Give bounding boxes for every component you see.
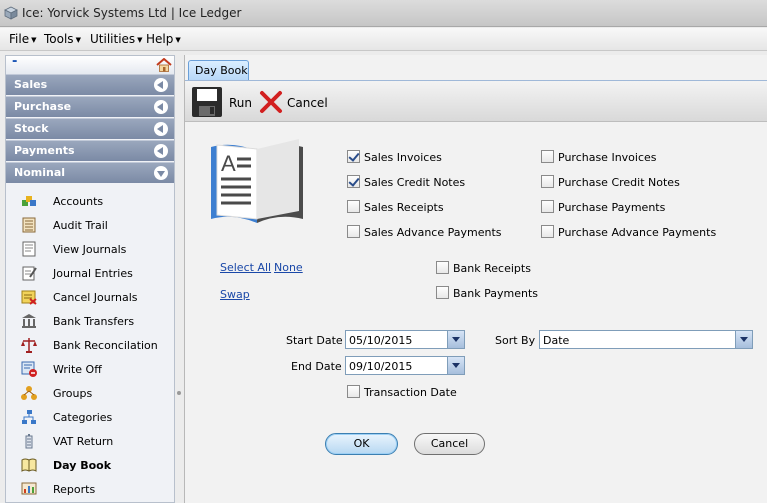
vat-return-icon [25,434,33,449]
chevron-left-icon [154,144,168,158]
sales-advance-payments-checkbox[interactable] [347,225,360,238]
sidebar-item-accounts[interactable]: Accounts [6,189,174,213]
sidebar-item-vat-return[interactable]: VAT Return [6,429,174,453]
purchase-credit-notes-checkbox[interactable] [541,175,554,188]
bank-receipts-label: Bank Receipts [453,262,531,275]
chevron-down-icon[interactable] [447,331,464,348]
reports-icon [21,482,37,495]
purchase-invoices-label: Purchase Invoices [558,151,657,164]
chevron-down-icon: ▼ [75,36,81,44]
menu-help[interactable]: Help ▼ [146,32,181,46]
sidebar-item-day-book[interactable]: Day Book [6,453,174,477]
scales-icon [21,338,37,353]
transaction-date-label: Transaction Date [364,386,457,399]
sidebar-item-cancel-journals[interactable]: Cancel Journals [6,285,174,309]
menu-tools[interactable]: Tools ▼ [44,32,81,46]
sidebar-section-stock[interactable]: Stock [6,118,174,139]
cancel-toolbar-button[interactable]: Cancel [259,86,329,118]
sidebar-item-bank-reconcilation[interactable]: Bank Reconcilation [6,333,174,357]
menu-utilities[interactable]: Utilities ▼ [90,32,143,46]
window-title: Ice: Yorvick Systems Ltd | Ice Ledger [22,6,242,20]
end-date-field[interactable]: 09/10/2015 [345,356,465,375]
sidebar-item-bank-transfers[interactable]: Bank Transfers [6,309,174,333]
transaction-date-checkbox[interactable] [347,385,360,398]
main-panel: Day Book Run Cancel A Sales Invoices Sal… [184,55,767,503]
view-journals-icon [22,241,36,257]
start-date-label: Start Date [286,334,343,347]
title-bar: Ice: Yorvick Systems Ltd | Ice Ledger [0,0,767,27]
sidebar-section-purchase[interactable]: Purchase [6,96,174,117]
home-icon[interactable] [156,58,172,72]
cancel-button[interactable]: Cancel [414,433,485,455]
bank-icon [22,314,36,328]
collapse-button[interactable]: - [12,54,17,69]
purchase-payments-label: Purchase Payments [558,201,666,214]
accounts-icon [22,196,36,206]
journal-entries-icon [22,266,37,281]
sidebar: - Sales Purchase Stock Payments Nominal … [5,54,175,503]
toolbar: Run Cancel [185,80,767,122]
sidebar-item-audit-trail[interactable]: Audit Trail [6,213,174,237]
sidebar-section-sales[interactable]: Sales [6,74,174,95]
save-icon [192,87,222,117]
tab-day-book[interactable]: Day Book [188,60,249,80]
write-off-icon [21,361,37,377]
app-icon [4,6,18,20]
chevron-down-icon: ▼ [137,36,143,44]
purchase-advance-payments-label: Purchase Advance Payments [558,226,717,239]
book-icon [21,458,37,472]
chevron-down-icon: ▼ [31,36,37,44]
chevron-down-icon[interactable] [447,357,464,374]
chevron-left-icon [154,122,168,136]
categories-icon [22,410,36,424]
sales-credit-notes-label: Sales Credit Notes [364,176,466,189]
sidebar-item-reports[interactable]: Reports [6,477,174,501]
purchase-advance-payments-checkbox[interactable] [541,225,554,238]
sidebar-section-nominal[interactable]: Nominal [6,162,174,183]
sidebar-item-view-journals[interactable]: View Journals [6,237,174,261]
bank-payments-label: Bank Payments [453,287,539,300]
swap-link[interactable]: Swap [220,288,250,301]
end-date-label: End Date [291,360,342,373]
chevron-left-icon [154,78,168,92]
chevron-down-icon[interactable] [735,331,752,348]
ok-button[interactable]: OK [325,433,398,455]
bank-receipts-checkbox[interactable] [436,261,449,274]
chevron-left-icon [154,100,168,114]
sales-invoices-checkbox[interactable] [347,150,360,163]
audit-trail-icon [22,217,36,233]
select-all-link[interactable]: Select All [220,261,271,274]
sales-receipts-checkbox[interactable] [347,200,360,213]
run-button[interactable]: Run [191,86,255,118]
menu-file[interactable]: File ▼ [9,32,36,46]
close-icon [260,91,282,113]
sidebar-item-groups[interactable]: Groups [6,381,174,405]
cancel-journals-icon [21,290,37,305]
purchase-payments-checkbox[interactable] [541,200,554,213]
sort-by-label: Sort By [495,334,536,347]
menu-bar: File ▼ Tools ▼ Utilities ▼ Help ▼ [0,28,767,51]
sort-by-select[interactable]: Date [539,330,753,349]
svg-text:A: A [221,151,236,176]
start-date-field[interactable]: 05/10/2015 [345,330,465,349]
chevron-down-icon [154,166,168,180]
groups-icon [21,386,37,400]
sidebar-item-categories[interactable]: Categories [6,405,174,429]
sidebar-item-journal-entries[interactable]: Journal Entries [6,261,174,285]
sidebar-top: - [6,54,174,74]
sales-credit-notes-checkbox[interactable] [347,175,360,188]
grip-icon [177,391,181,395]
purchase-invoices-checkbox[interactable] [541,150,554,163]
sales-receipts-label: Sales Receipts [364,201,444,214]
document-illustration: A [211,139,303,223]
purchase-credit-notes-label: Purchase Credit Notes [558,176,680,189]
sidebar-section-payments[interactable]: Payments [6,140,174,161]
none-link[interactable]: None [274,261,303,274]
sidebar-splitter[interactable] [176,55,183,503]
bank-payments-checkbox[interactable] [436,286,449,299]
sidebar-item-write-off[interactable]: Write Off [6,357,174,381]
chevron-down-icon: ▼ [175,36,181,44]
sales-advance-payments-label: Sales Advance Payments [364,226,502,239]
sales-invoices-label: Sales Invoices [364,151,442,164]
